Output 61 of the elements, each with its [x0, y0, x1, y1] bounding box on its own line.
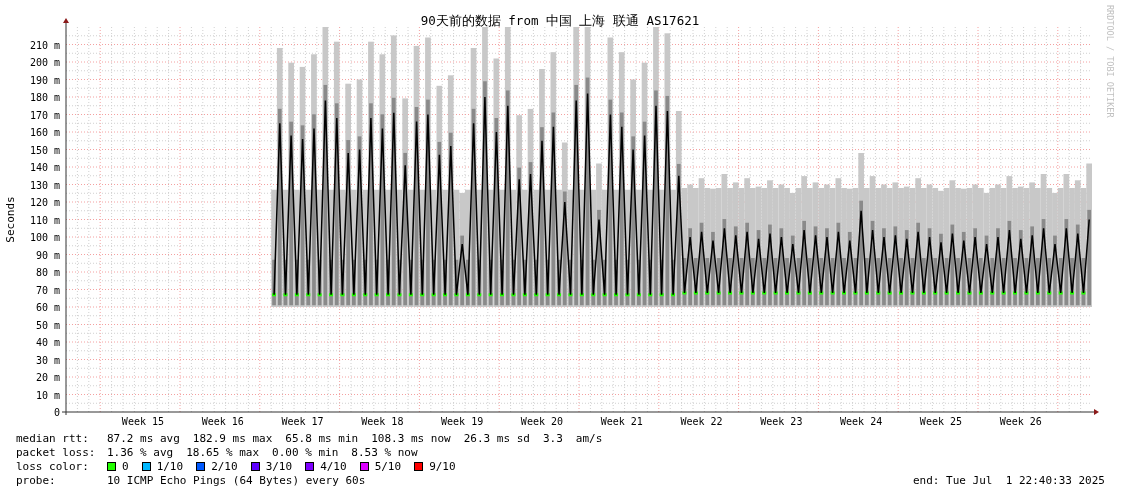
stat-value: 3.3	[542, 431, 563, 445]
y-tick-label: 50 m	[35, 319, 60, 331]
y-tick-label: 90 m	[35, 249, 60, 261]
y-tick-label: 10 m	[35, 389, 60, 401]
loss-level-label: 3/10	[265, 459, 293, 473]
y-tick-label: 110 m	[29, 214, 60, 226]
y-tick-label: 30 m	[35, 354, 60, 366]
loss-level-label: 4/10	[320, 459, 347, 473]
probe-text: 10 ICMP Echo Pings (64 Bytes) every 60s	[107, 473, 366, 487]
y-tick-label: 100 m	[29, 232, 60, 243]
x-tick-label: Week 19	[441, 416, 484, 427]
x-tick-label: Week 17	[281, 416, 324, 427]
end-time: end: Tue Jul 1 22:40:33 2025	[912, 473, 1105, 487]
y-tick-label: 160 m	[29, 127, 60, 138]
loss-level-label: 9/10	[429, 459, 456, 473]
y-tick-label: 20 m	[35, 372, 60, 383]
y-tick-label: 180 m	[29, 92, 60, 103]
stat-value: 0.00 % min	[272, 445, 339, 459]
x-tick-label: Week 15	[121, 416, 165, 427]
x-tick-label: Week 20	[520, 416, 564, 427]
x-tick-label: Week 26	[999, 416, 1042, 427]
y-tick-label: 70 m	[35, 284, 60, 296]
x-tick-label: Week 18	[361, 416, 404, 427]
stat-value: am/s	[575, 431, 603, 445]
y-axis-label: Seconds	[4, 196, 17, 243]
stat-value: 18.65 % max	[186, 445, 260, 459]
x-tick-label: Week 21	[600, 416, 643, 427]
x-tick-label: Week 24	[840, 416, 883, 427]
y-tick-label: 40 m	[35, 337, 60, 348]
legend-label: probe:	[16, 473, 57, 487]
chart-title: 90天前的数据 from 中国 上海 联通 AS17621	[420, 13, 700, 28]
loss-level-label: 1/10	[156, 459, 184, 473]
loss-level-label: 0	[122, 459, 129, 473]
y-tick-label: 80 m	[35, 267, 60, 278]
stat-value: 26.3 ms sd	[463, 431, 530, 445]
stat-value: 1.36 % avg	[107, 445, 174, 459]
y-tick-label: 120 m	[29, 197, 60, 208]
y-tick-label: 130 m	[29, 179, 60, 191]
x-tick-label: Week 25	[919, 416, 963, 427]
y-tick-label: 0	[53, 407, 60, 418]
legend-label: packet loss:	[16, 445, 97, 459]
loss-level-label: 5/10	[374, 459, 402, 473]
legend-label: loss color:	[16, 459, 90, 473]
credit-text: RRDTOOL / TOBI OETIKER	[1105, 5, 1115, 118]
y-tick-label: 190 m	[29, 74, 60, 86]
y-tick-label: 170 m	[29, 109, 60, 121]
x-tick-label: Week 16	[201, 416, 244, 427]
legend-label: median rtt:	[16, 431, 90, 445]
stat-value: 182.9 ms max	[192, 431, 273, 445]
y-tick-label: 60 m	[35, 302, 60, 313]
y-tick-label: 200 m	[29, 57, 60, 68]
y-tick-label: 140 m	[29, 162, 60, 173]
x-tick-label: Week 22	[680, 416, 723, 427]
y-tick-label: 210 m	[29, 39, 60, 51]
y-tick-label: 150 m	[29, 144, 60, 156]
loss-level-label: 2/10	[211, 459, 238, 473]
stat-value: 87.2 ms avg	[107, 431, 180, 445]
stat-value: 8.53 % now	[351, 445, 418, 459]
stat-value: 108.3 ms now	[371, 431, 451, 445]
stat-value: 65.8 ms min	[285, 431, 359, 445]
x-tick-label: Week 23	[760, 416, 803, 427]
